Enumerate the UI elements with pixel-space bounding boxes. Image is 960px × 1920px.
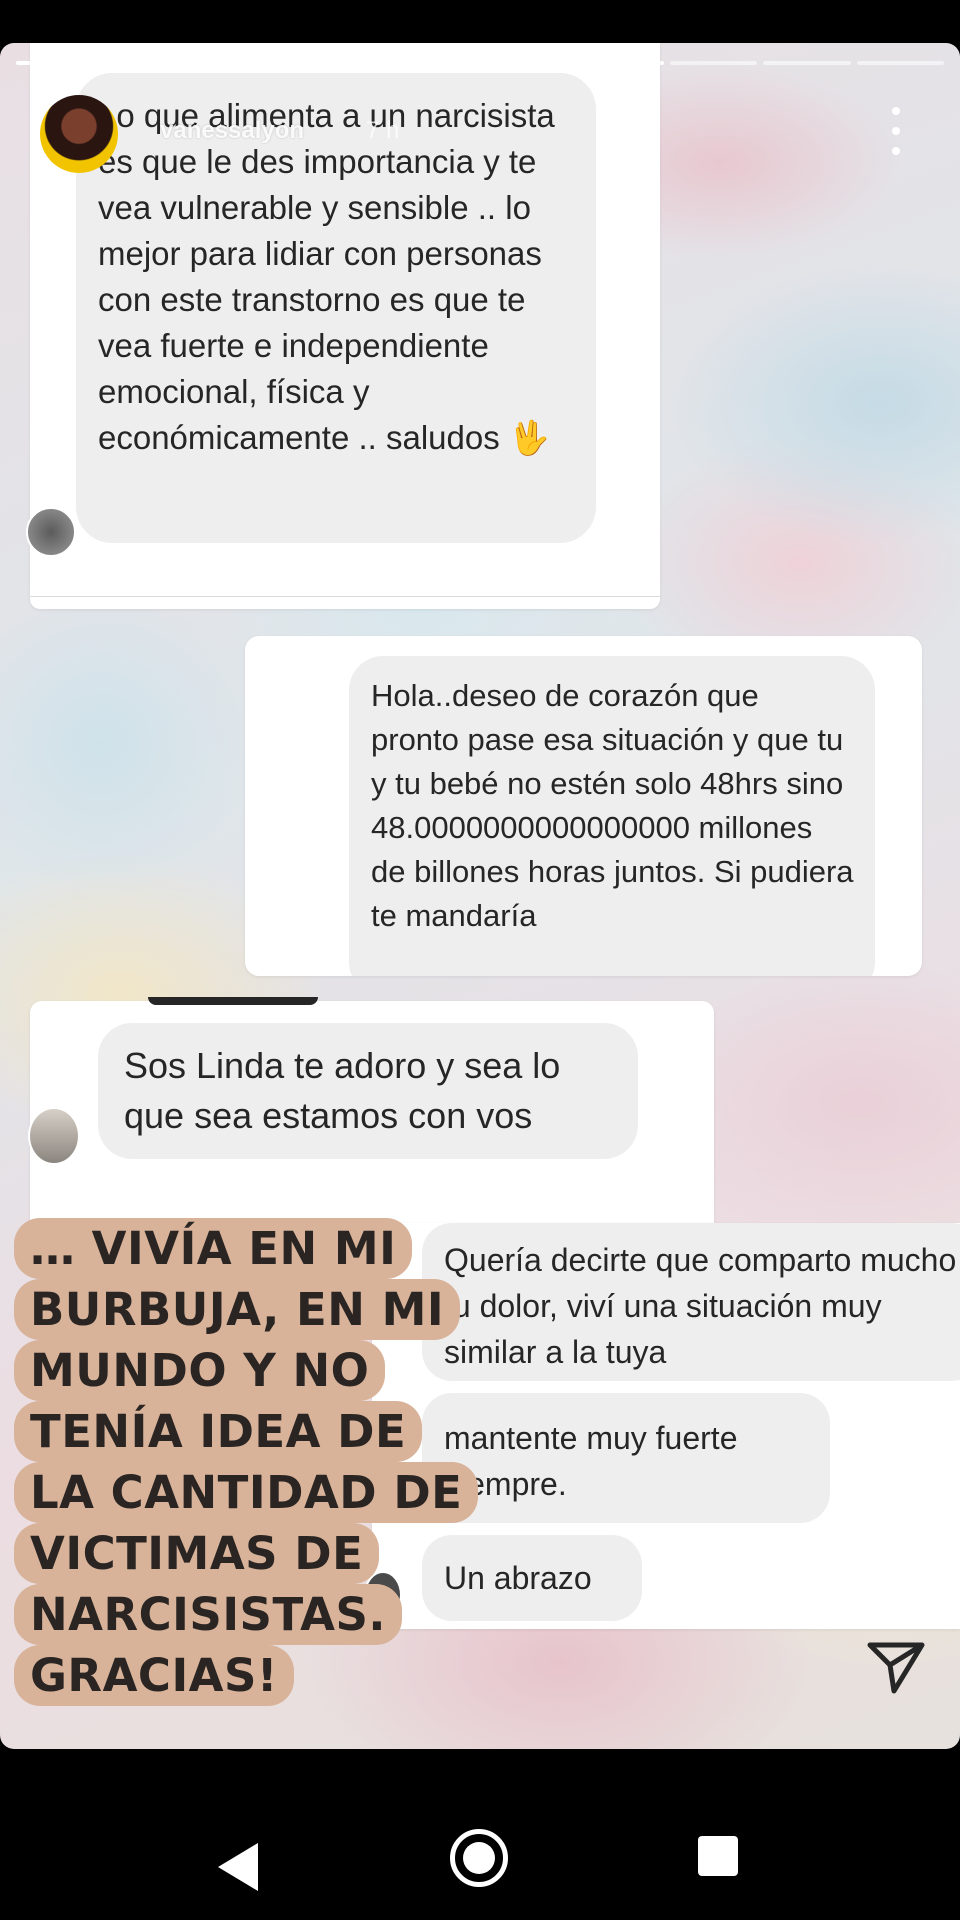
overlay-line: BURBUJA, EN MI — [14, 1279, 461, 1340]
send-paper-plane-icon[interactable] — [864, 1635, 928, 1699]
overlay-line: MUNDO Y NO — [14, 1340, 386, 1401]
progress-segment — [669, 61, 758, 65]
recents-square-icon[interactable] — [698, 1836, 738, 1876]
message-bubble: Lo que alimenta a un narcisista es que l… — [76, 73, 596, 543]
story-time: 7 h — [366, 117, 400, 144]
message-bubble: mantente muy fuerte siempre. — [422, 1393, 830, 1523]
dm-screenshot-card: Quería decirte que comparto mucho tu dol… — [364, 1223, 960, 1629]
overlay-line: GRACIAS! — [14, 1645, 294, 1706]
sender-avatar — [28, 1107, 80, 1165]
overlay-line: VICTIMAS DE — [14, 1523, 380, 1584]
message-bubble: Quería decirte que comparto mucho tu dol… — [422, 1223, 960, 1381]
dm-screenshot-card: Sos Linda te adoro y sea lo que sea esta… — [28, 997, 714, 1248]
sender-avatar — [26, 507, 76, 557]
overlay-line: LA CANTIDAD DE — [14, 1462, 479, 1523]
overlay-line: TENÍA IDEA DE — [14, 1401, 423, 1462]
progress-segment — [763, 61, 851, 65]
progress-segment — [856, 61, 945, 65]
story-username[interactable]: vanessalyon — [160, 117, 304, 145]
overlay-line: … VIVÍA EN MI — [14, 1218, 413, 1279]
profile-avatar[interactable] — [40, 95, 118, 173]
story-viewer[interactable]: Lo que alimenta a un narcisista es que l… — [0, 43, 960, 1749]
home-circle-icon[interactable] — [450, 1829, 508, 1887]
message-bubble: Sos Linda te adoro y sea lo que sea esta… — [98, 1023, 638, 1159]
cropped-edge — [148, 997, 318, 1005]
story-text-overlay: … VIVÍA EN MI BURBUJA, EN MI MUNDO Y NO … — [14, 1218, 479, 1706]
message-bubble: Un abrazo — [422, 1535, 642, 1621]
more-vertical-icon[interactable] — [884, 107, 908, 155]
overlay-line: NARCISISTAS. — [14, 1584, 403, 1645]
dm-screenshot-card: Lo que alimenta a un narcisista es que l… — [26, 43, 660, 609]
dm-screenshot-card: Hola..deseo de corazón que pronto pase e… — [245, 636, 922, 976]
message-bubble: Hola..deseo de corazón que pronto pase e… — [349, 656, 875, 976]
back-triangle-icon[interactable] — [210, 1837, 270, 1897]
divider — [30, 596, 660, 597]
